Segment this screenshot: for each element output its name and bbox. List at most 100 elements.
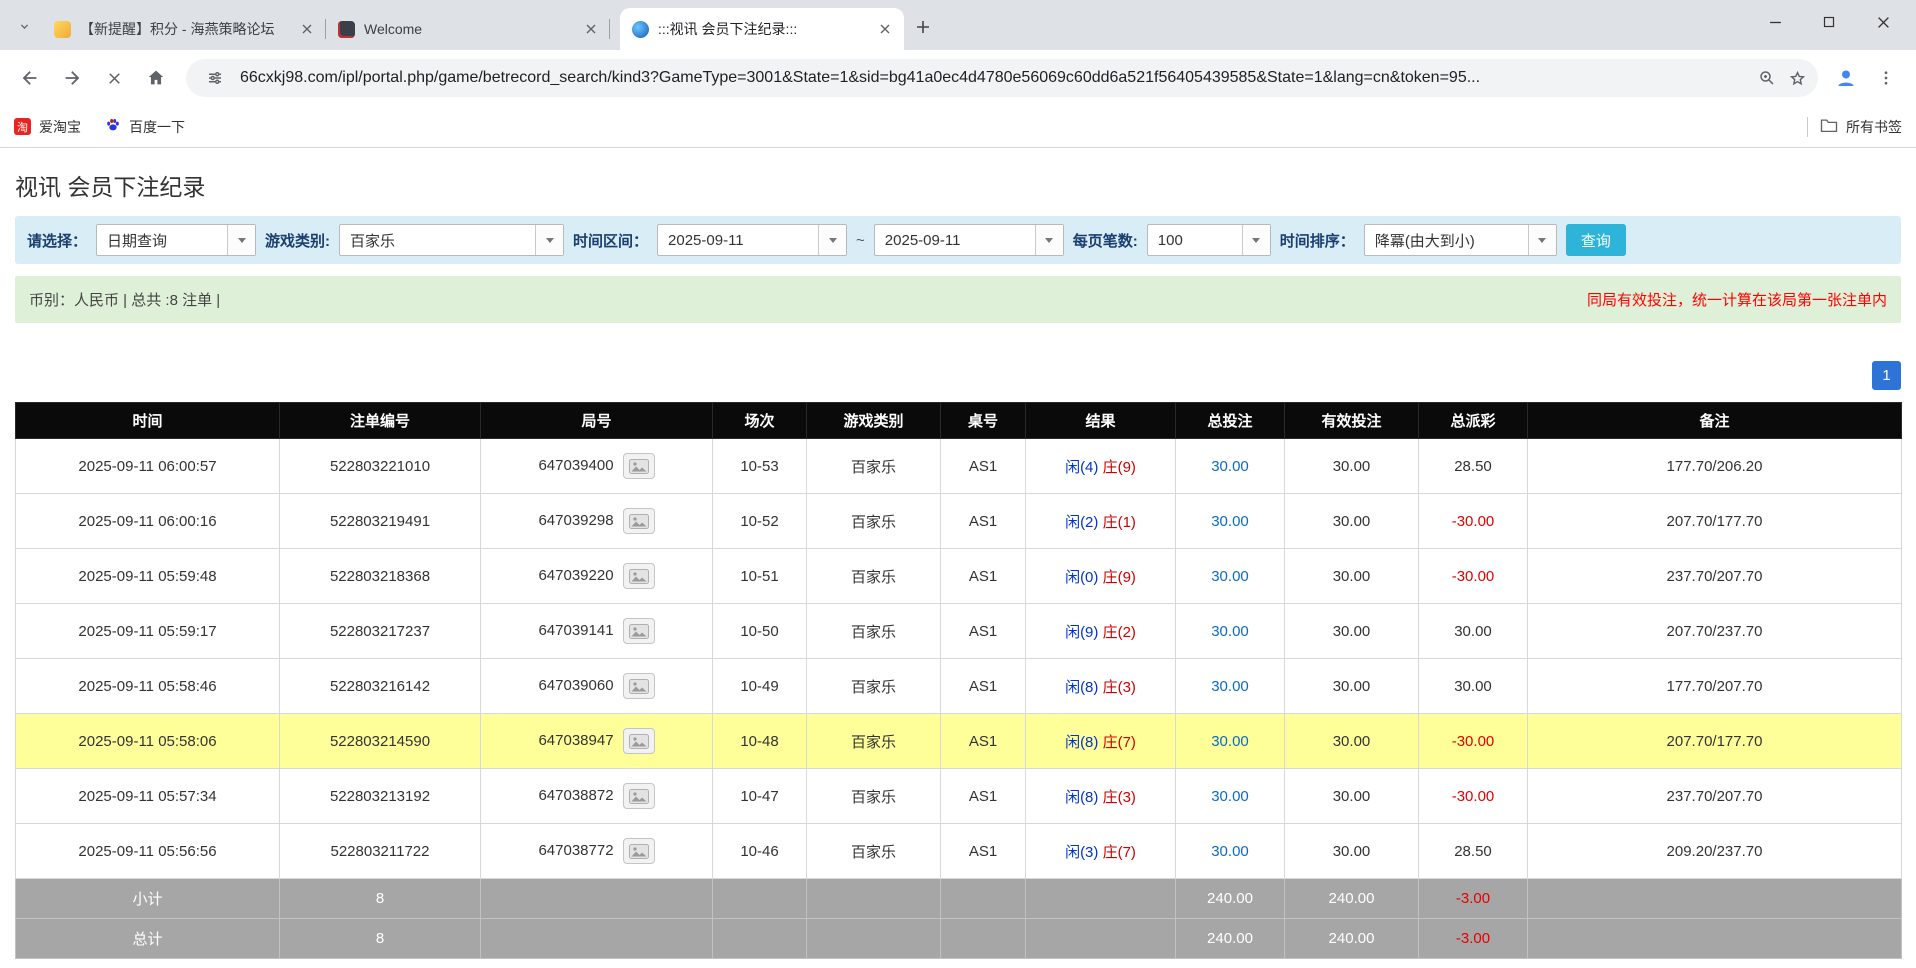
tab-close-icon[interactable] <box>876 20 894 38</box>
bet-row[interactable]: 2025-09-11 05:59:17522803217237647039141… <box>16 604 1902 659</box>
new-tab-button[interactable] <box>904 8 942 50</box>
browser-tab-bet-record[interactable]: :::视讯 会员下注纪录::: <box>620 8 904 50</box>
cell-game-type: 百家乐 <box>807 714 941 769</box>
forward-button[interactable] <box>52 58 92 98</box>
bookmark-label: 爱淘宝 <box>39 117 81 137</box>
dropdown-caret-icon[interactable] <box>535 225 563 255</box>
cell-payout: 28.50 <box>1419 439 1528 494</box>
video-replay-icon[interactable] <box>623 453 655 479</box>
cell-total-bet[interactable]: 30.00 <box>1176 714 1285 769</box>
bookmark-item-taobao[interactable]: 淘 爱淘宝 <box>14 117 81 137</box>
search-button[interactable]: 查询 <box>1566 224 1626 256</box>
all-bookmarks-button[interactable]: 所有书签 <box>1820 117 1902 137</box>
header-session: 场次 <box>713 403 807 439</box>
cell-round: 647038872 <box>481 769 713 824</box>
page-size-select[interactable]: 100 <box>1147 224 1271 256</box>
cell-result: 闲(8) 庄(3) <box>1026 769 1176 824</box>
bet-row[interactable]: 2025-09-11 05:58:06522803214590647038947… <box>16 714 1902 769</box>
video-replay-icon[interactable] <box>623 563 655 589</box>
folder-icon <box>1820 117 1838 136</box>
subtotal-payout: -3.00 <box>1419 879 1528 919</box>
cell-total-bet[interactable]: 30.00 <box>1176 769 1285 824</box>
page-1-button[interactable]: 1 <box>1872 361 1901 390</box>
dropdown-caret-icon[interactable] <box>1242 225 1270 255</box>
round-number: 647038872 <box>538 787 613 804</box>
query-type-value: 日期查询 <box>97 225 227 255</box>
url-text[interactable]: 66cxkj98.com/ipl/portal.php/game/betreco… <box>240 69 1742 87</box>
header-table-no: 桌号 <box>941 403 1026 439</box>
cell-game-type: 百家乐 <box>807 769 941 824</box>
bet-row[interactable]: 2025-09-11 05:57:34522803213192647038872… <box>16 769 1902 824</box>
footer-empty-cell <box>1528 879 1902 919</box>
query-type-select[interactable]: 日期查询 <box>96 224 256 256</box>
bookmark-item-baidu[interactable]: 百度一下 <box>105 117 185 137</box>
bookmark-label: 百度一下 <box>129 117 185 137</box>
cell-total-bet[interactable]: 30.00 <box>1176 549 1285 604</box>
profile-avatar-icon[interactable] <box>1828 60 1864 96</box>
cell-total-bet[interactable]: 30.00 <box>1176 659 1285 714</box>
browser-tab-bar: 【新提醒】积分 - 海燕策略论坛 Welcome :::视讯 会员下注纪录::: <box>0 0 1916 50</box>
select-type-label: 请选择： <box>27 230 87 251</box>
game-type-select[interactable]: 百家乐 <box>339 224 564 256</box>
address-bar[interactable]: 66cxkj98.com/ipl/portal.php/game/betreco… <box>186 59 1818 97</box>
cell-bet-id: 522803218368 <box>280 549 481 604</box>
video-replay-icon[interactable] <box>623 508 655 534</box>
bet-row[interactable]: 2025-09-11 05:56:56522803211722647038772… <box>16 824 1902 879</box>
date-to-select[interactable]: 2025-09-11 <box>874 224 1064 256</box>
bookmark-star-icon[interactable] <box>1782 63 1812 93</box>
cell-total-bet[interactable]: 30.00 <box>1176 494 1285 549</box>
stop-button[interactable] <box>94 58 134 98</box>
bet-row[interactable]: 2025-09-11 05:59:48522803218368647039220… <box>16 549 1902 604</box>
tab-search-button[interactable] <box>6 8 42 50</box>
video-replay-icon[interactable] <box>623 783 655 809</box>
result-banker: 庄(7) <box>1103 734 1136 751</box>
cell-total-bet[interactable]: 30.00 <box>1176 824 1285 879</box>
cell-session: 10-46 <box>713 824 807 879</box>
cell-total-bet[interactable]: 30.00 <box>1176 604 1285 659</box>
close-button[interactable] <box>1856 0 1910 44</box>
cell-game-type: 百家乐 <box>807 549 941 604</box>
bet-row[interactable]: 2025-09-11 06:00:57522803221010647039400… <box>16 439 1902 494</box>
dropdown-caret-icon[interactable] <box>227 225 255 255</box>
page-size-label: 每页笔数: <box>1073 230 1138 251</box>
range-separator: ~ <box>856 232 865 249</box>
tab-close-icon[interactable] <box>582 20 600 38</box>
cell-total-bet[interactable]: 30.00 <box>1176 439 1285 494</box>
cell-valid-bet: 30.00 <box>1285 824 1419 879</box>
zoom-icon[interactable] <box>1752 63 1782 93</box>
browser-nav-bar: 66cxkj98.com/ipl/portal.php/game/betreco… <box>0 50 1916 106</box>
browser-tab-forum[interactable]: 【新提醒】积分 - 海燕策略论坛 <box>42 8 326 50</box>
back-button[interactable] <box>10 58 50 98</box>
result-player: 闲(2) <box>1065 514 1098 531</box>
tab-close-icon[interactable] <box>298 20 316 38</box>
cell-table-no: AS1 <box>941 659 1026 714</box>
round-number: 647039220 <box>538 567 613 584</box>
browser-tab-welcome[interactable]: Welcome <box>326 8 610 50</box>
sort-select[interactable]: 降冪(由大到小) <box>1364 224 1557 256</box>
bet-row[interactable]: 2025-09-11 05:58:46522803216142647039060… <box>16 659 1902 714</box>
cell-time: 2025-09-11 05:58:46 <box>16 659 280 714</box>
site-info-icon[interactable] <box>200 63 230 93</box>
total-total-bet: 240.00 <box>1176 919 1285 959</box>
bet-row[interactable]: 2025-09-11 06:00:16522803219491647039298… <box>16 494 1902 549</box>
dropdown-caret-icon[interactable] <box>818 225 846 255</box>
home-button[interactable] <box>136 58 176 98</box>
bookmarks-bar: 淘 爱淘宝 百度一下 所有书签 <box>0 106 1916 148</box>
cell-table-no: AS1 <box>941 604 1026 659</box>
date-from-select[interactable]: 2025-09-11 <box>657 224 847 256</box>
video-replay-icon[interactable] <box>623 673 655 699</box>
cell-result: 闲(8) 庄(3) <box>1026 659 1176 714</box>
menu-kebab-icon[interactable] <box>1866 58 1906 98</box>
dropdown-caret-icon[interactable] <box>1528 225 1556 255</box>
video-replay-icon[interactable] <box>623 618 655 644</box>
minimize-button[interactable] <box>1748 0 1802 44</box>
cell-time: 2025-09-11 05:56:56 <box>16 824 280 879</box>
maximize-button[interactable] <box>1802 0 1856 44</box>
dropdown-caret-icon[interactable] <box>1035 225 1063 255</box>
result-player: 闲(9) <box>1065 624 1098 641</box>
cell-note: 207.70/177.70 <box>1528 714 1902 769</box>
cell-note: 207.70/177.70 <box>1528 494 1902 549</box>
video-replay-icon[interactable] <box>623 728 655 754</box>
video-replay-icon[interactable] <box>623 838 655 864</box>
cell-bet-id: 522803214590 <box>280 714 481 769</box>
